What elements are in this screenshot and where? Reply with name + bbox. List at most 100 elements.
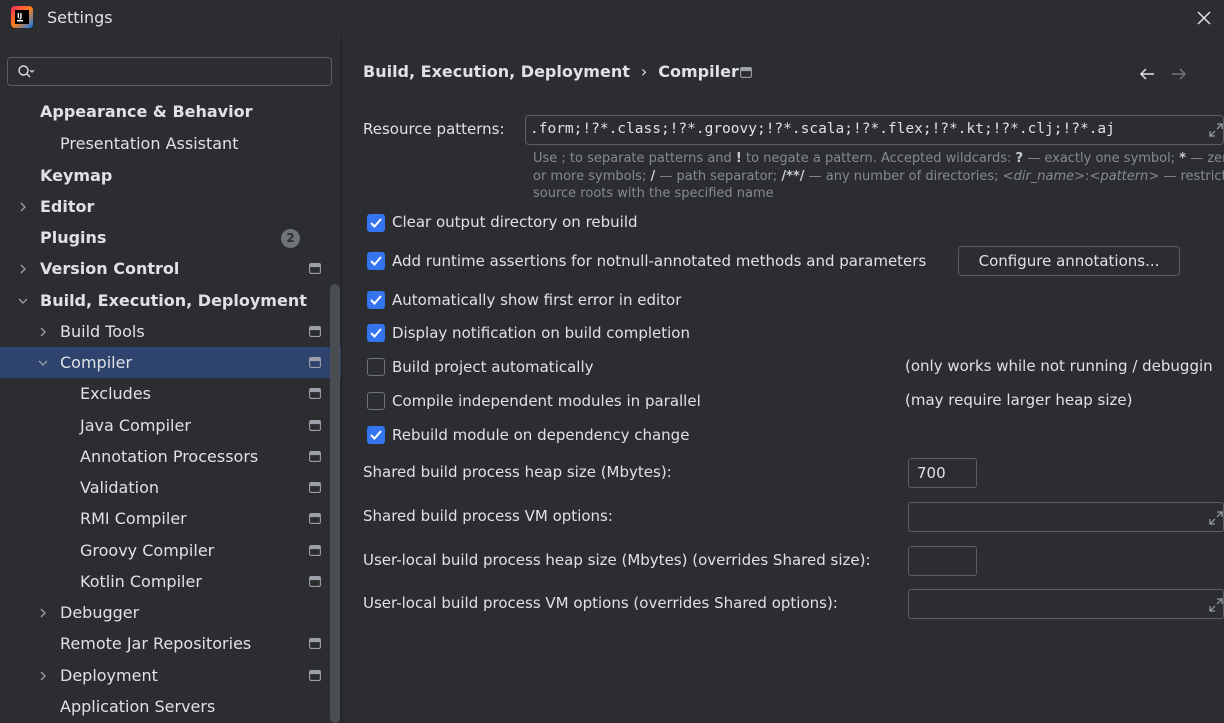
project-level-icon [309, 638, 321, 649]
local-vm-field[interactable] [908, 589, 1224, 619]
clear-output-label[interactable]: Clear output directory on rebuild [392, 213, 638, 231]
chevron-right-icon[interactable] [17, 201, 29, 213]
sidebar-item-deployment[interactable]: Deployment [0, 660, 341, 691]
sidebar-item-label: Debugger [60, 603, 140, 622]
runtime-assertions-label[interactable]: Add runtime assertions for notnull-annot… [392, 252, 926, 270]
project-level-icon [309, 388, 321, 399]
chevron-down-icon[interactable] [37, 357, 49, 369]
sidebar-item-keymap[interactable]: Keymap [0, 160, 341, 191]
sidebar-item-label: Appearance & Behavior [40, 102, 253, 121]
chevron-right-icon[interactable] [17, 263, 29, 275]
project-level-icon [309, 670, 321, 681]
sidebar-item-label: Groovy Compiler [80, 541, 215, 560]
expand-icon[interactable] [1208, 597, 1224, 613]
shared-heap-value: 700 [917, 464, 946, 482]
sidebar-item-label: Plugins [40, 228, 107, 247]
window-title: Settings [47, 8, 113, 27]
sidebar-item-label: Application Servers [60, 697, 216, 716]
sidebar-item-label: Deployment [60, 666, 158, 685]
sidebar-item-label: Annotation Processors [80, 447, 259, 466]
sidebar-item-build-tools[interactable]: Build Tools [0, 316, 341, 347]
search-box[interactable] [7, 57, 332, 86]
sidebar-item-version-control[interactable]: Version Control [0, 253, 341, 284]
sidebar-item-label: Build, Execution, Deployment [40, 291, 307, 310]
local-heap-field[interactable] [908, 546, 977, 576]
chevron-right-icon[interactable] [37, 607, 49, 619]
sidebar-item-debugger[interactable]: Debugger [0, 597, 341, 628]
clear-output-checkbox[interactable] [367, 214, 385, 232]
sidebar-item-rmi-compiler[interactable]: RMI Compiler [0, 503, 341, 534]
sidebar-item-groovy-compiler[interactable]: Groovy Compiler [0, 535, 341, 566]
back-arrow-icon[interactable] [1138, 66, 1156, 82]
show-first-error-checkbox[interactable] [367, 291, 385, 309]
search-input[interactable] [42, 61, 322, 82]
sidebar-item-validation[interactable]: Validation [0, 472, 341, 503]
sidebar-item-kotlin-compiler[interactable]: Kotlin Compiler [0, 566, 341, 597]
sidebar-item-plugins[interactable]: Plugins 2 [0, 222, 341, 253]
chevron-right-icon[interactable] [37, 670, 49, 682]
sidebar-item-label: Keymap [40, 166, 113, 185]
project-level-icon [309, 263, 321, 274]
local-vm-label: User-local build process VM options (ove… [363, 594, 838, 612]
forward-arrow-icon[interactable] [1170, 66, 1188, 82]
sidebar-item-java-compiler[interactable]: Java Compiler [0, 410, 341, 441]
runtime-assertions-checkbox[interactable] [367, 252, 385, 270]
display-notification-label[interactable]: Display notification on build completion [392, 324, 690, 342]
sidebar-scrollbar[interactable] [330, 284, 340, 723]
sidebar-item-presentation-assistant[interactable]: Presentation Assistant [0, 128, 341, 159]
display-notification-checkbox[interactable] [367, 324, 385, 342]
sidebar-item-label: Editor [40, 197, 95, 216]
hint-line-2: or more symbols; / — path separator; /**… [533, 168, 1224, 184]
plugins-update-badge: 2 [281, 229, 300, 248]
sidebar-item-label: Remote Jar Repositories [60, 634, 252, 653]
configure-annotations-button[interactable]: Configure annotations... [958, 246, 1180, 276]
local-heap-label: User-local build process heap size (Mbyt… [363, 551, 871, 569]
build-automatically-checkbox[interactable] [367, 358, 385, 376]
rebuild-on-dependency-checkbox[interactable] [367, 426, 385, 444]
sidebar-item-label: Validation [80, 478, 160, 497]
project-level-icon [309, 451, 321, 462]
project-level-icon [309, 420, 321, 431]
shared-heap-field[interactable]: 700 [908, 458, 977, 488]
rebuild-on-dependency-label[interactable]: Rebuild module on dependency change [392, 426, 689, 444]
chevron-right-icon[interactable] [37, 326, 49, 338]
settings-sidebar: Appearance & Behavior Presentation Assis… [0, 36, 341, 723]
show-first-error-label[interactable]: Automatically show first error in editor [392, 291, 681, 309]
project-level-icon [309, 513, 321, 524]
sidebar-item-application-servers[interactable]: Application Servers [0, 691, 341, 722]
title-bar: IJ Settings [0, 0, 1224, 36]
sidebar-item-remote-jar-repositories[interactable]: Remote Jar Repositories [0, 628, 341, 659]
close-icon[interactable] [1192, 6, 1216, 30]
sidebar-item-build-execution-deployment[interactable]: Build, Execution, Deployment [0, 285, 341, 316]
resource-patterns-field[interactable]: .form;!?*.class;!?*.groovy;!?*.scala;!?*… [525, 115, 1224, 145]
resource-patterns-hint: Use ; to separate patterns and ! to nega… [533, 150, 1224, 203]
chevron-down-icon[interactable] [17, 295, 29, 307]
sidebar-item-label: Excludes [80, 384, 152, 403]
sidebar-item-compiler[interactable]: Compiler [0, 347, 341, 378]
compile-parallel-label[interactable]: Compile independent modules in parallel [392, 392, 701, 410]
compile-parallel-checkbox[interactable] [367, 392, 385, 410]
resource-patterns-label: Resource patterns: [363, 120, 505, 138]
expand-icon[interactable] [1208, 510, 1224, 526]
breadcrumb-current: Compiler [658, 62, 739, 81]
shared-heap-label: Shared build process heap size (Mbytes): [363, 463, 672, 481]
compiler-settings-panel: Build, Execution, Deployment › Compiler Re… [342, 36, 1224, 723]
breadcrumb: Build, Execution, Deployment › Compiler [363, 62, 739, 81]
build-automatically-note: (only works while not running / debuggin [905, 357, 1213, 375]
breadcrumb-parent[interactable]: Build, Execution, Deployment [363, 62, 630, 81]
sidebar-item-label: Kotlin Compiler [80, 572, 202, 591]
build-automatically-label[interactable]: Build project automatically [392, 358, 594, 376]
expand-icon[interactable] [1208, 122, 1224, 138]
sidebar-item-excludes[interactable]: Excludes [0, 378, 341, 409]
sidebar-item-label: Build Tools [60, 322, 145, 341]
project-level-icon [309, 326, 321, 337]
sidebar-item-appearance-behavior[interactable]: Appearance & Behavior [0, 96, 341, 127]
compile-parallel-note: (may require larger heap size) [905, 391, 1133, 409]
search-icon[interactable] [17, 64, 35, 80]
hint-line-3: source roots with the specified name [533, 186, 774, 201]
breadcrumb-separator: › [640, 62, 648, 81]
intellij-logo-icon: IJ [11, 6, 33, 28]
sidebar-item-editor[interactable]: Editor [0, 191, 341, 222]
sidebar-item-annotation-processors[interactable]: Annotation Processors [0, 441, 341, 472]
shared-vm-field[interactable] [908, 502, 1224, 532]
